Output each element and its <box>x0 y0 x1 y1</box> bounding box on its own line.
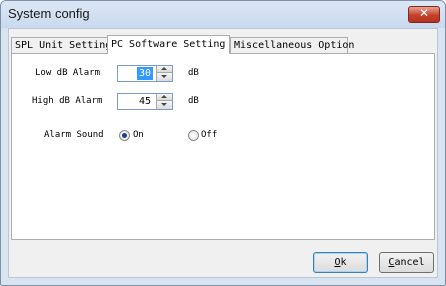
spin-down-icon[interactable] <box>156 101 172 109</box>
spin-up-icon[interactable] <box>156 66 172 73</box>
alarm-sound-on-radio[interactable] <box>119 130 130 141</box>
high-db-alarm-spinner[interactable]: 45 <box>117 93 173 110</box>
low-db-alarm-value[interactable]: 30 <box>136 67 153 80</box>
low-db-alarm-unit: dB <box>188 68 199 78</box>
cancel-button[interactable]: Cancel <box>379 252 434 273</box>
low-db-alarm-spinner[interactable]: 30 <box>117 65 173 82</box>
close-button[interactable]: ✕ <box>408 6 440 23</box>
close-icon: ✕ <box>418 6 430 20</box>
alarm-sound-on-label[interactable]: On <box>133 130 144 140</box>
tab-miscellaneous-option[interactable]: Miscellaneous Option <box>230 37 354 53</box>
dialog-body: SPL Unit Setting PC Software Setting Mis… <box>8 28 438 278</box>
high-db-alarm-unit: dB <box>188 96 199 106</box>
window-title: System config <box>8 6 90 21</box>
alarm-sound-label: Alarm Sound <box>44 130 104 140</box>
spin-up-icon[interactable] <box>156 94 172 101</box>
alarm-sound-off-radio[interactable] <box>188 130 199 141</box>
title-bar[interactable]: System config ✕ <box>1 1 445 28</box>
tab-pc-software-setting[interactable]: PC Software Setting <box>107 35 230 54</box>
ok-button[interactable]: Ok <box>313 252 368 273</box>
tab-panel-pc-software-setting: Low dB Alarm 30 dB High dB Alarm 45 dB A… <box>11 53 435 240</box>
system-config-window: System config ✕ SPL Unit Setting PC Soft… <box>0 0 446 286</box>
tab-spl-unit-setting[interactable]: SPL Unit Setting <box>11 37 111 53</box>
high-db-alarm-value[interactable]: 45 <box>137 95 153 108</box>
spin-down-icon[interactable] <box>156 73 172 81</box>
low-db-alarm-label: Low dB Alarm <box>35 68 101 78</box>
high-db-alarm-label: High dB Alarm <box>32 96 103 106</box>
alarm-sound-off-label[interactable]: Off <box>201 130 217 140</box>
